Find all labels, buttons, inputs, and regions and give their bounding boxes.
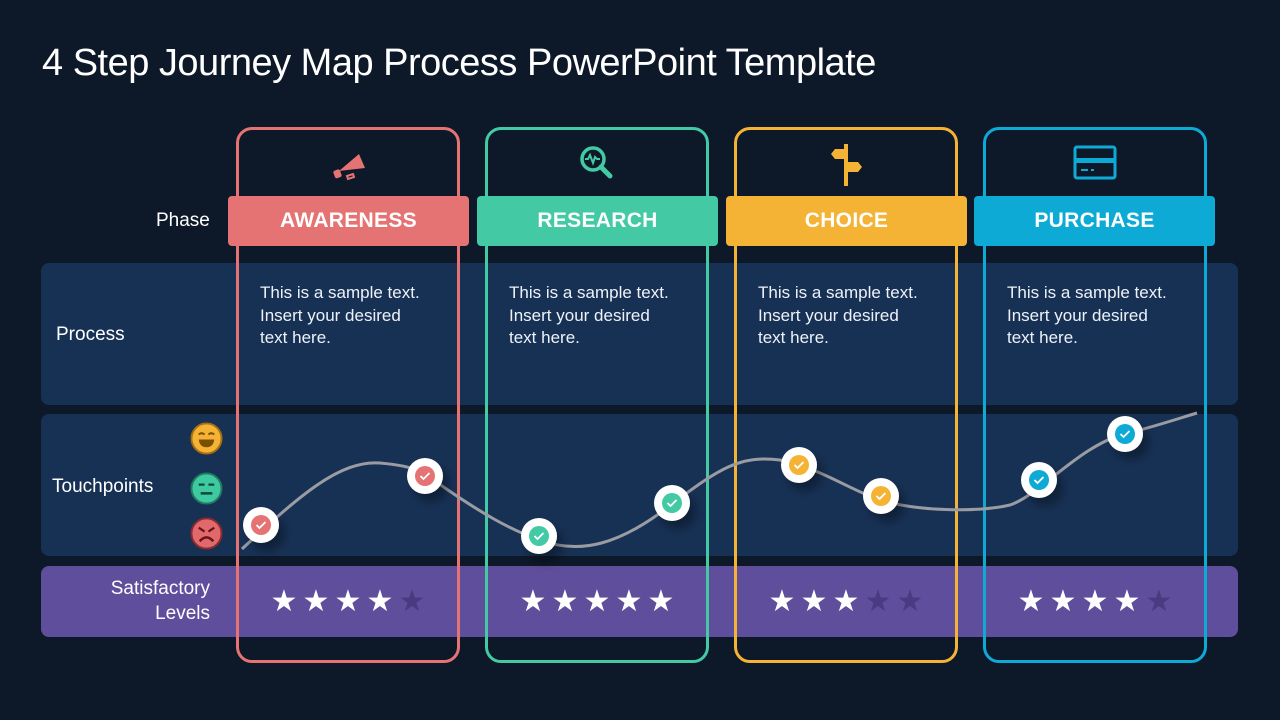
credit-card-icon [1070,140,1120,190]
megaphone-icon [323,140,373,190]
satisfaction-row-label: Satisfactory Levels [111,576,210,626]
process-text-line: Insert your desired [758,305,899,325]
process-text-purchase: This is a sample text. Insert your desire… [1007,282,1207,350]
star-filled-icon: ★ [270,584,298,619]
process-text-line: Insert your desired [260,305,401,325]
star-filled-icon: ★ [551,584,579,619]
star-filled-icon: ★ [832,584,860,619]
touchpoints-row-label: Touchpoints [52,476,154,497]
star-filled-icon: ★ [1049,584,1077,619]
process-text-line: This is a sample text. [758,283,918,302]
star-empty-icon: ★ [864,584,892,619]
process-text-line: text here. [260,328,331,347]
page-title: 4 Step Journey Map Process PowerPoint Te… [42,42,876,84]
star-filled-icon: ★ [800,584,828,619]
process-text-line: Insert your desired [1007,305,1148,325]
process-text-line: This is a sample text. [260,283,420,302]
star-filled-icon: ★ [1017,584,1045,619]
star-filled-icon: ★ [334,584,362,619]
process-text-line: Insert your desired [509,305,650,325]
star-filled-icon: ★ [647,584,675,619]
process-text-line: This is a sample text. [1007,283,1167,302]
magnifier-pulse-icon [572,140,622,190]
star-filled-icon: ★ [519,584,547,619]
star-filled-icon: ★ [302,584,330,619]
satisfaction-label-line2: Levels [155,603,210,624]
rating-choice: ★ ★ ★ ★ ★ [768,587,924,617]
phase-header-purchase: PURCHASE [974,196,1215,246]
process-text-line: text here. [509,328,580,347]
star-empty-icon: ★ [398,584,426,619]
angry-face-icon [190,517,223,550]
star-filled-icon: ★ [583,584,611,619]
phase-header-research: RESEARCH [477,196,718,246]
star-filled-icon: ★ [768,584,796,619]
phase-row-label: Phase [156,210,210,231]
process-text-choice: This is a sample text. Insert your desire… [758,282,958,350]
process-row-label: Process [56,324,125,345]
neutral-face-icon [190,472,223,505]
signpost-icon [821,140,871,190]
star-filled-icon: ★ [615,584,643,619]
rating-purchase: ★ ★ ★ ★ ★ [1017,587,1173,617]
process-text-research: This is a sample text. Insert your desire… [509,282,709,350]
phase-header-choice: CHOICE [726,196,967,246]
star-empty-icon: ★ [896,584,924,619]
process-text-line: This is a sample text. [509,283,669,302]
star-empty-icon: ★ [1145,584,1173,619]
satisfaction-label-line1: Satisfactory [110,578,210,599]
star-filled-icon: ★ [1081,584,1109,619]
star-filled-icon: ★ [1113,584,1141,619]
process-text-line: text here. [1007,328,1078,347]
rating-research: ★ ★ ★ ★ ★ [519,587,675,617]
rating-awareness: ★ ★ ★ ★ ★ [270,587,426,617]
process-text-awareness: This is a sample text. Insert your desire… [260,282,460,350]
star-filled-icon: ★ [366,584,394,619]
process-text-line: text here. [758,328,829,347]
happy-face-icon [190,422,223,455]
phase-header-awareness: AWARENESS [228,196,469,246]
